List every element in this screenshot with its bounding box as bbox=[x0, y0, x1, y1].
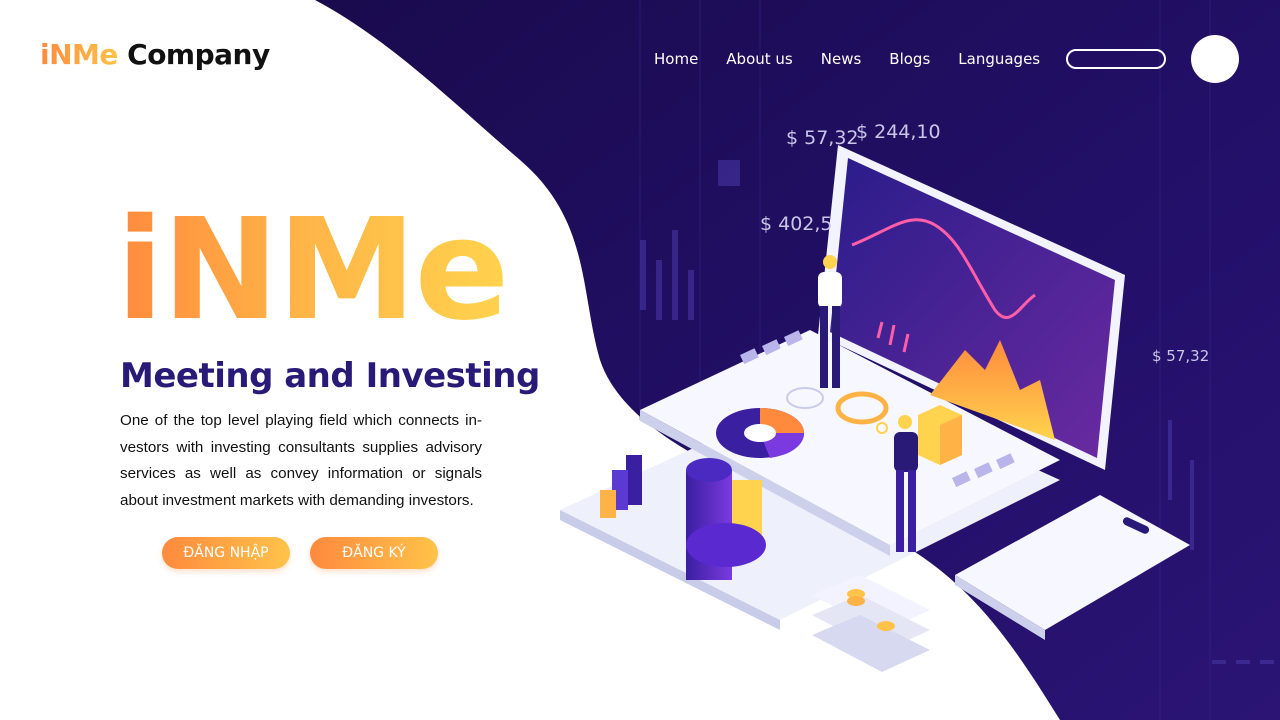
nav-blogs[interactable]: Blogs bbox=[889, 50, 930, 68]
hero-subtitle: Meeting and Investing bbox=[120, 356, 540, 396]
logo[interactable]: iNMe Company bbox=[40, 38, 270, 71]
price-label: $ 57,32 bbox=[1152, 347, 1210, 365]
nav-home[interactable]: Home bbox=[654, 50, 698, 68]
nav-about-us[interactable]: About us bbox=[726, 50, 792, 68]
hero-title: iNMe bbox=[116, 189, 509, 352]
login-button[interactable]: ĐĂNG NHẬP bbox=[162, 537, 290, 569]
nav-languages[interactable]: Languages bbox=[958, 50, 1040, 68]
price-label: $ 402,5 bbox=[760, 213, 833, 235]
hero-description: One of the top level playing field which… bbox=[120, 412, 482, 509]
main-nav: Home About us News Blogs Languages bbox=[654, 50, 1040, 68]
nav-news[interactable]: News bbox=[821, 50, 862, 68]
logo-text: Company bbox=[117, 38, 270, 71]
price-label: $ 244,10 bbox=[856, 121, 941, 143]
price-label: $ 57,32 bbox=[786, 127, 859, 149]
search-input[interactable] bbox=[1066, 49, 1166, 69]
logo-brand: iNMe bbox=[40, 38, 118, 71]
avatar[interactable] bbox=[1191, 35, 1239, 83]
register-button[interactable]: ĐĂNG KÝ bbox=[310, 537, 438, 569]
